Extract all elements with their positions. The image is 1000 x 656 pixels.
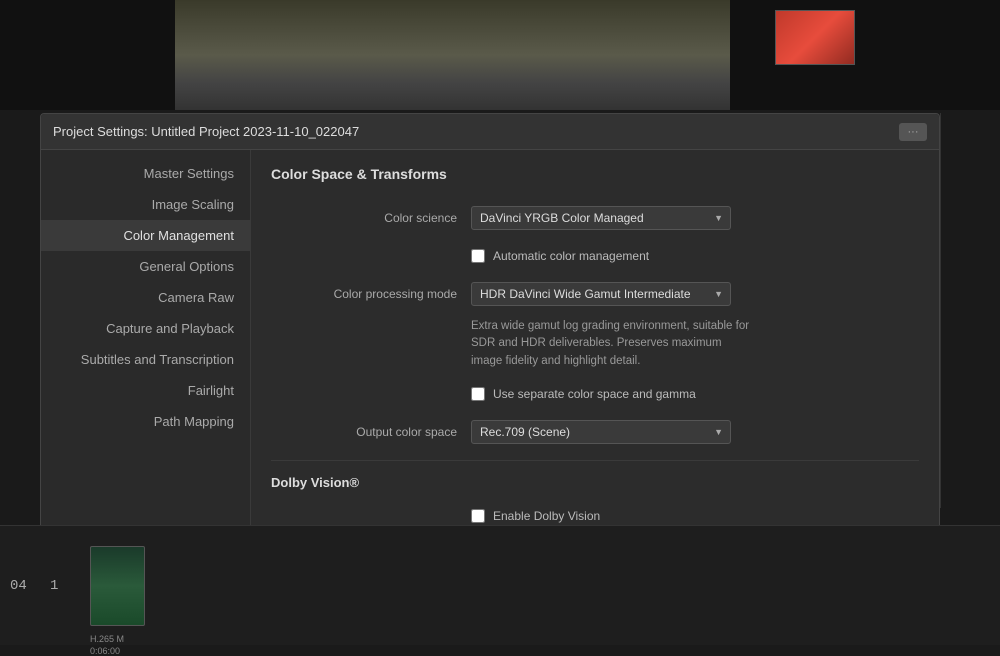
auto-color-checkbox-row: Automatic color management [471,246,919,266]
separate-color-control: Use separate color space and gamma [471,384,919,404]
color-processing-select-wrapper[interactable]: HDR DaVinci Wide Gamut IntermediateDaVin… [471,282,731,306]
color-science-control: DaVinci YRGB Color ManagedDaVinci YRGBDa… [471,206,919,230]
color-processing-label: Color processing mode [271,287,471,301]
output-color-label: Output color space [271,425,471,439]
color-science-select-wrapper[interactable]: DaVinci YRGB Color ManagedDaVinci YRGBDa… [471,206,731,230]
sidebar-item-capture-playback[interactable]: Capture and Playback [41,313,250,344]
sidebar-item-subtitles-transcription[interactable]: Subtitles and Transcription [41,344,250,375]
timeline-counter2: 1 [50,578,80,594]
top-video-area [0,0,1000,110]
sidebar-item-image-scaling[interactable]: Image Scaling [41,189,250,220]
video-strip [175,0,730,110]
section-title: Color Space & Transforms [271,166,919,188]
thumb-container: H.265 M 0:06:00 [90,546,145,626]
dialog-menu-button[interactable]: ··· [899,123,927,141]
enable-dolby-checkbox[interactable] [471,509,485,523]
dialog-title: Project Settings: Untitled Project 2023-… [53,124,359,139]
color-science-row: Color science DaVinci YRGB Color Managed… [271,204,919,232]
output-color-select[interactable]: Rec.709 (Scene)Rec.709-A (Scene)sRGB [471,420,731,444]
section-divider-1 [271,460,919,461]
dolby-vision-header: Dolby Vision® [271,475,919,490]
separate-color-checkbox-row: Use separate color space and gamma [471,384,919,404]
dialog-titlebar: Project Settings: Untitled Project 2023-… [41,114,939,150]
separate-color-checkbox[interactable] [471,387,485,401]
bottom-timeline: 04 1 H.265 M 0:06:00 [0,525,1000,645]
clip-timecode: 0:06:00 [90,646,120,656]
video-thumbnail [775,10,855,65]
output-color-select-wrapper[interactable]: Rec.709 (Scene)Rec.709-A (Scene)sRGB [471,420,731,444]
separate-color-row: Use separate color space and gamma [271,380,919,408]
color-science-select[interactable]: DaVinci YRGB Color ManagedDaVinci YRGBDa… [471,206,731,230]
color-processing-control: HDR DaVinci Wide Gamut IntermediateDaVin… [471,282,919,306]
description-control: Extra wide gamut log grading environment… [471,318,919,370]
clip-thumbnail[interactable] [90,546,145,626]
auto-color-control: Automatic color management [471,246,919,266]
clip-file-label: H.265 M [90,634,124,644]
sidebar-item-general-options[interactable]: General Options [41,251,250,282]
auto-color-label: Automatic color management [493,249,649,263]
sidebar-item-path-mapping[interactable]: Path Mapping [41,406,250,437]
separate-color-label: Use separate color space and gamma [493,387,696,401]
timeline-counter: 04 [10,578,40,594]
sidebar-item-master-settings[interactable]: Master Settings [41,158,250,189]
right-panel [940,113,1000,508]
output-color-row: Output color space Rec.709 (Scene)Rec.70… [271,418,919,446]
auto-color-checkbox[interactable] [471,249,485,263]
auto-color-row: Automatic color management [271,242,919,270]
enable-dolby-checkbox-row: Enable Dolby Vision [471,506,919,526]
sidebar-item-fairlight[interactable]: Fairlight [41,375,250,406]
dialog-controls: ··· [899,123,927,141]
color-processing-row: Color processing mode HDR DaVinci Wide G… [271,280,919,308]
sidebar-item-camera-raw[interactable]: Camera Raw [41,282,250,313]
color-science-label: Color science [271,211,471,225]
processing-description: Extra wide gamut log grading environment… [471,318,751,370]
output-color-control: Rec.709 (Scene)Rec.709-A (Scene)sRGB [471,420,919,444]
description-row: Extra wide gamut log grading environment… [271,318,919,370]
color-processing-select[interactable]: HDR DaVinci Wide Gamut IntermediateDaVin… [471,282,731,306]
enable-dolby-control: Enable Dolby Vision [471,506,919,526]
enable-dolby-label: Enable Dolby Vision [493,509,600,523]
sidebar-item-color-management[interactable]: Color Management [41,220,250,251]
